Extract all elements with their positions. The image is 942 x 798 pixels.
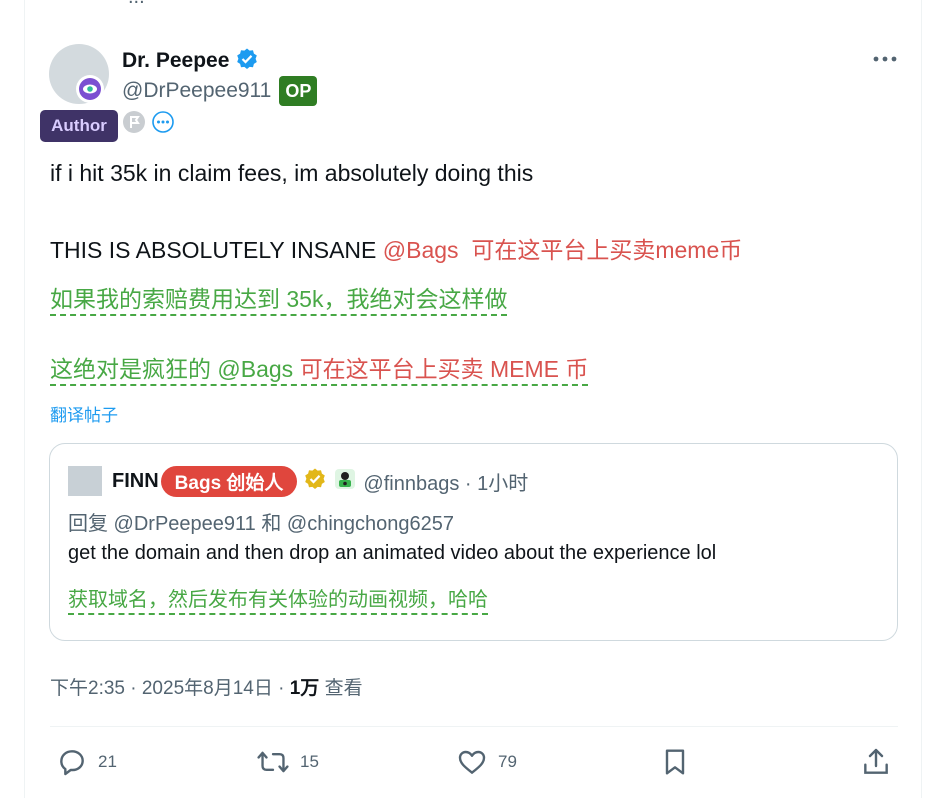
repost-count: 15 xyxy=(300,752,319,771)
quoted-body-text: get the domain and then drop an animated… xyxy=(68,542,717,564)
share-button[interactable] xyxy=(860,744,892,780)
bags-mention-link[interactable]: @Bags xyxy=(383,237,459,263)
quoted-handle-time[interactable]: @finnbags · 1小时 xyxy=(363,467,528,496)
quoted-author-name[interactable]: FINN xyxy=(112,470,159,493)
heart-icon xyxy=(458,750,486,774)
quoted-post-header: FINN Bags 创始人 @finnbags · 1小时 xyxy=(68,465,528,497)
affiliate-logo-icon xyxy=(333,467,357,496)
post-timestamp[interactable]: 下午2:35 · 2025年8月14日 · xyxy=(50,678,290,699)
reply-button[interactable]: 21 xyxy=(56,744,117,780)
like-button[interactable]: 79 xyxy=(456,744,517,780)
frame-border-left xyxy=(24,0,25,798)
bookmark-icon xyxy=(665,749,685,775)
eye-badge-icon xyxy=(76,75,104,103)
quoted-translation-text: 获取域名，然后发布有关体验的动画视频，哈哈 xyxy=(68,589,488,615)
author-tag: Author xyxy=(40,110,118,142)
op-badge: OP xyxy=(279,76,318,106)
quoted-founder-pill: Bags 创始人 xyxy=(160,465,298,497)
more-options-button[interactable] xyxy=(870,47,900,71)
like-count: 79 xyxy=(498,752,517,771)
translation-line2-text: 这绝对是疯狂的 @Bags 可在这平台上买卖 MEME 币 xyxy=(50,356,589,386)
quoted-translation: 获取域名，然后发布有关体验的动画视频，哈哈 xyxy=(68,583,488,615)
quoted-avatar[interactable] xyxy=(68,466,102,496)
repost-button[interactable]: 15 xyxy=(256,744,319,780)
post-text-line2: THIS IS ABSOLUTELY INSANE @Bags 可在这平台上买卖… xyxy=(50,231,742,265)
share-icon xyxy=(864,748,888,774)
red-annotation: 可在这平台上买卖meme币 xyxy=(471,237,743,263)
translation-line2-red: 可在这平台上买卖 MEME 币 xyxy=(299,356,589,382)
author-handle[interactable]: @DrPeepee911 xyxy=(122,79,271,103)
divider xyxy=(50,726,898,727)
frame-border-right xyxy=(921,0,922,798)
verified-badge-icon xyxy=(235,47,259,76)
repost-icon xyxy=(257,751,289,773)
post-text-line1: if i hit 35k in claim fees, im absolutel… xyxy=(50,160,534,186)
views-count: 1万 xyxy=(289,678,320,699)
cut-off-text: ... xyxy=(128,0,145,9)
author-display-name[interactable]: Dr. Peepee xyxy=(122,49,229,73)
bookmark-button[interactable] xyxy=(659,744,691,780)
author-name-row: Dr. Peepee xyxy=(122,46,259,76)
translation-line1-text: 如果我的索赔费用达到 35k，我绝对会这样做 xyxy=(50,286,508,316)
post-meta: 下午2:35 · 2025年8月14日 · 1万 查看 xyxy=(50,673,363,700)
reply-icon xyxy=(60,750,84,776)
flag-icon[interactable] xyxy=(122,110,146,139)
views-label: 查看 xyxy=(319,678,363,699)
gold-verified-icon xyxy=(303,467,327,496)
translation-line2: 这绝对是疯狂的 @Bags 可在这平台上买卖 MEME 币 xyxy=(50,350,589,386)
post-line2-text: THIS IS ABSOLUTELY INSANE xyxy=(50,237,383,263)
more-options-circle-icon[interactable] xyxy=(151,110,175,139)
translation-line2-green: 这绝对是疯狂的 @Bags xyxy=(50,356,300,382)
author-handle-row: @DrPeepee911 OP xyxy=(122,76,318,106)
translate-post-link[interactable]: 翻译帖子 xyxy=(50,401,118,426)
translation-line1: 如果我的索赔费用达到 35k，我绝对会这样做 xyxy=(50,280,508,316)
quoted-reply-to: 回复 @DrPeepee911 和 @chingchong6257 xyxy=(68,513,455,535)
reply-count: 21 xyxy=(98,752,117,771)
more-dots-icon xyxy=(873,56,897,62)
